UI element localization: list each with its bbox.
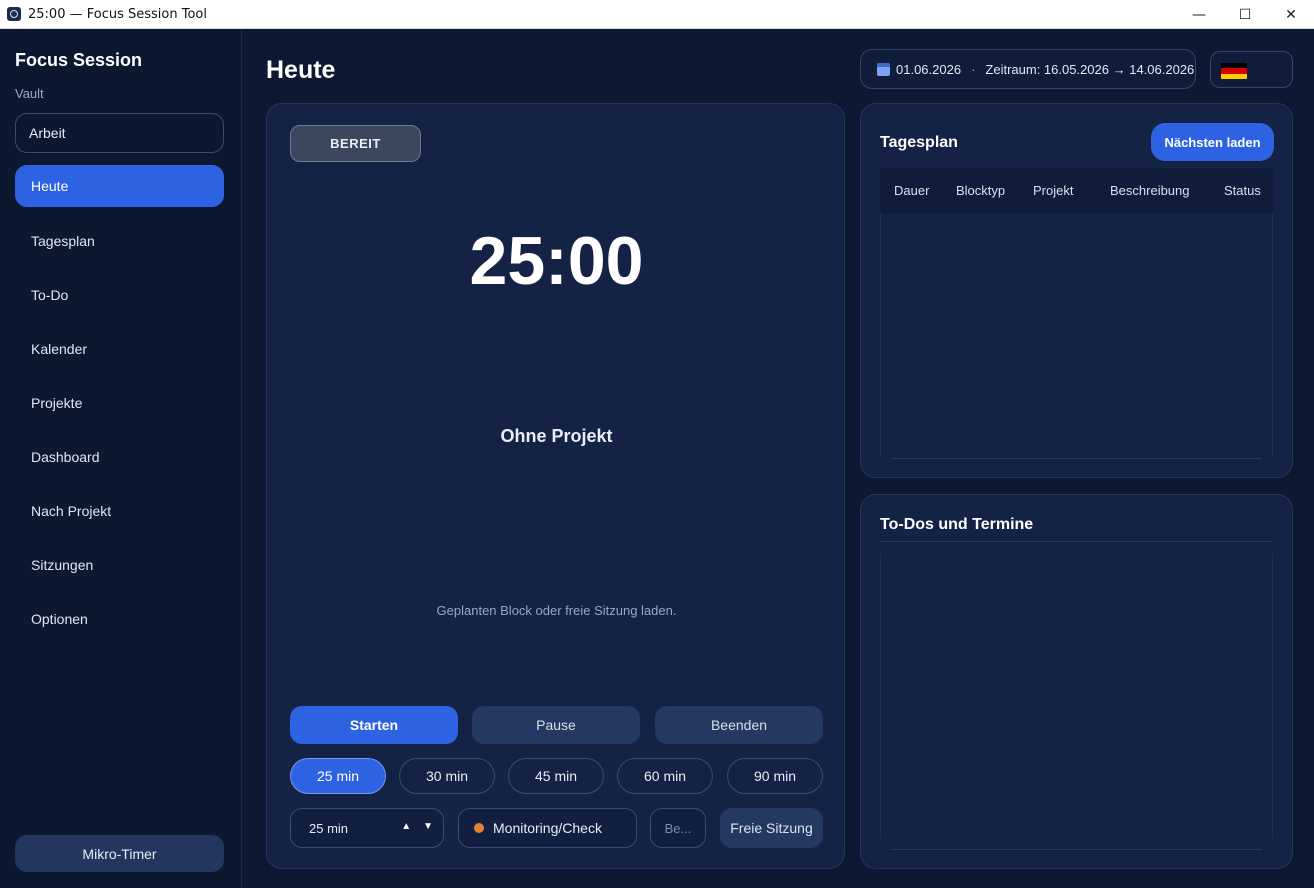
- description-input[interactable]: Be...: [650, 808, 706, 848]
- duration-value: 25 min: [309, 820, 349, 836]
- timer-panel: BEREIT 25:00 Ohne Projekt Geplanten Bloc…: [266, 103, 845, 869]
- sidebar-item-projekte[interactable]: Projekte: [15, 382, 224, 424]
- calendar-icon: [877, 62, 890, 76]
- window-titlebar: 25:00 — Focus Session Tool — ☐ ✕: [0, 0, 1314, 29]
- sidebar-item-optionen[interactable]: Optionen: [15, 598, 224, 640]
- app-brand: Focus Session: [15, 50, 143, 70]
- timer-display: 25:00: [469, 223, 644, 299]
- todos-divider: [880, 541, 1273, 542]
- date-range: Zeitraum: 16.05.2026 → 14.06.2026: [985, 61, 1195, 77]
- column-beschreibung[interactable]: Beschreibung: [1110, 183, 1190, 198]
- preset-25-button[interactable]: 25 min: [290, 758, 386, 794]
- column-projekt[interactable]: Projekt: [1033, 183, 1073, 198]
- micro-timer-button[interactable]: Mikro-Timer: [15, 835, 224, 872]
- start-button[interactable]: Starten: [290, 706, 458, 744]
- sidebar-item-nach-projekt[interactable]: Nach Projekt: [15, 490, 224, 532]
- de-flag-icon: [1221, 63, 1247, 79]
- preset-30-button[interactable]: 30 min: [399, 758, 495, 794]
- sidebar: Focus Session Vault Arbeit Heute Tagespl…: [0, 29, 242, 888]
- preset-90-button[interactable]: 90 min: [727, 758, 823, 794]
- block-type-label: Monitoring/Check: [493, 820, 602, 836]
- date-range-chip[interactable]: 01.06.2026 · Zeitraum: 16.05.2026 → 14.0…: [860, 49, 1196, 89]
- day-plan-title: Tagesplan: [880, 134, 958, 151]
- current-project: Ohne Projekt: [500, 426, 613, 446]
- plan-table-header: Dauer Blocktyp Projekt Beschreibung Stat…: [880, 168, 1273, 213]
- page-title: Heute: [266, 56, 336, 84]
- status-badge: BEREIT: [290, 125, 421, 162]
- close-button[interactable]: ✕: [1268, 0, 1314, 29]
- day-plan-panel: Tagesplan Nächsten laden Dauer Blocktyp …: [860, 103, 1293, 478]
- sidebar-item-todo[interactable]: To-Do: [15, 274, 224, 316]
- language-selector[interactable]: [1210, 51, 1293, 88]
- sidebar-item-tagesplan[interactable]: Tagesplan: [15, 220, 224, 262]
- load-next-button[interactable]: Nächsten laden: [1151, 123, 1274, 161]
- todos-scrollbar[interactable]: [891, 849, 1262, 850]
- arrow-up-icon[interactable]: ▲: [401, 821, 411, 832]
- hint-text: Geplanten Block oder freie Sitzung laden…: [436, 603, 677, 618]
- column-status[interactable]: Status: [1224, 183, 1261, 198]
- maximize-button[interactable]: ☐: [1222, 0, 1268, 29]
- sidebar-item-heute[interactable]: Heute: [15, 165, 224, 207]
- preset-45-button[interactable]: 45 min: [508, 758, 604, 794]
- column-blocktyp[interactable]: Blocktyp: [956, 183, 1005, 198]
- column-dauer[interactable]: Dauer: [894, 183, 929, 198]
- app-icon: [7, 7, 21, 21]
- preset-60-button[interactable]: 60 min: [617, 758, 713, 794]
- window-title: 25:00 — Focus Session Tool: [28, 6, 207, 22]
- date-separator: ·: [971, 61, 976, 77]
- plan-table-body[interactable]: [880, 213, 1273, 458]
- pause-button[interactable]: Pause: [472, 706, 640, 744]
- sidebar-item-dashboard[interactable]: Dashboard: [15, 436, 224, 478]
- duration-stepper[interactable]: 25 min ▲ ▼: [290, 808, 444, 848]
- todos-list[interactable]: [880, 553, 1273, 839]
- stepper-arrows: ▲ ▼: [401, 821, 433, 832]
- todos-title: To-Dos und Termine: [880, 516, 1034, 533]
- todos-panel: To-Dos und Termine: [860, 494, 1293, 869]
- stop-button[interactable]: Beenden: [655, 706, 823, 744]
- minimize-button[interactable]: —: [1176, 0, 1222, 29]
- sidebar-item-sitzungen[interactable]: Sitzungen: [15, 544, 224, 586]
- sidebar-item-kalender[interactable]: Kalender: [15, 328, 224, 370]
- vault-label: Vault: [15, 86, 44, 101]
- arrow-down-icon[interactable]: ▼: [423, 821, 433, 832]
- vault-input[interactable]: Arbeit: [15, 113, 224, 153]
- window-controls: — ☐ ✕: [1176, 0, 1314, 29]
- current-date: 01.06.2026: [896, 61, 962, 77]
- block-type-select[interactable]: Monitoring/Check: [458, 808, 637, 848]
- free-session-button[interactable]: Freie Sitzung: [720, 808, 823, 848]
- block-type-color-icon: [474, 823, 484, 833]
- plan-table-scrollbar[interactable]: [891, 458, 1262, 459]
